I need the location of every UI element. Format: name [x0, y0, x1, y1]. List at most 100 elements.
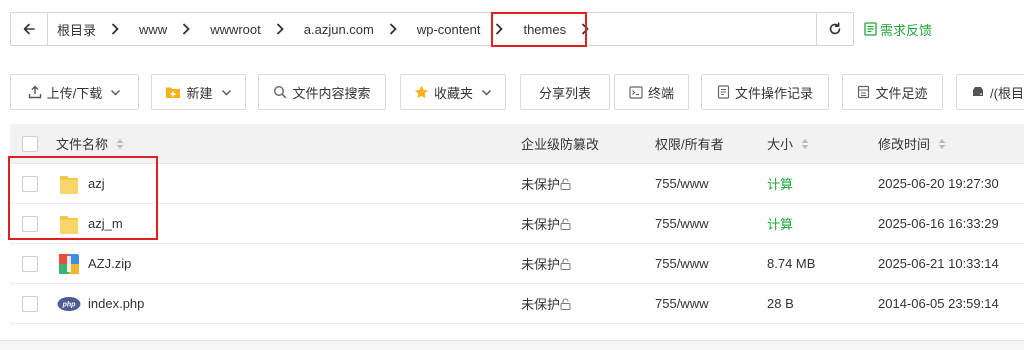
share-list-label: 分享列表 — [538, 85, 591, 101]
protect-label: 未保护 — [521, 217, 561, 232]
column-header-mtime[interactable]: 修改时间 — [878, 124, 946, 163]
file-name[interactable]: index.php — [88, 296, 144, 311]
permission[interactable]: 755/www — [655, 296, 708, 311]
sort-icon — [801, 138, 809, 149]
new-button[interactable]: 新建 — [151, 74, 246, 110]
chevron-right-icon — [581, 23, 589, 35]
permission[interactable]: 755/www — [655, 176, 708, 191]
file-footprint-label: 文件足迹 — [875, 85, 928, 101]
file-size: 8.74 MB — [767, 256, 816, 271]
lock-icon — [560, 258, 571, 270]
protect-label: 未保护 — [521, 177, 561, 192]
breadcrumb-item-themes[interactable]: themes — [513, 13, 599, 45]
breadcrumb: 根目录 www wwwroot a.azjun.com wp-content t… — [47, 13, 599, 45]
breadcrumb-label: wp-content — [416, 21, 481, 37]
protect-status[interactable]: 未保护 — [521, 164, 571, 203]
protect-label: 未保护 — [521, 257, 561, 272]
folder-icon — [60, 175, 78, 194]
disk-icon — [973, 87, 983, 96]
table-row[interactable]: azj 未保护 755/www 计算 2025-06-20 19:27:30 — [10, 164, 1024, 204]
new-folder-icon — [166, 87, 181, 98]
modified-time: 2025-06-16 16:33:29 — [878, 216, 999, 231]
upload-icon — [28, 85, 41, 99]
protect-status[interactable]: 未保护 — [521, 204, 571, 243]
file-name[interactable]: AZJ.zip — [88, 256, 131, 271]
file-name[interactable]: azj_m — [88, 216, 123, 231]
upload-download-label: 上传/下载 — [46, 85, 103, 101]
refresh-button[interactable] — [816, 13, 853, 45]
column-header-name-label: 文件名称 — [56, 137, 109, 152]
modified-time: 2025-06-21 10:33:14 — [878, 256, 999, 271]
arrow-left-icon — [23, 23, 35, 35]
php-file-icon: php — [57, 296, 81, 311]
terminal-button[interactable]: 终端 — [614, 74, 689, 110]
chevron-down-icon — [111, 89, 121, 95]
folder-icon — [60, 215, 78, 234]
calc-size-link[interactable]: 计算 — [767, 174, 793, 193]
lock-icon — [560, 298, 571, 310]
svg-text:php: php — [62, 301, 77, 308]
lock-icon — [560, 178, 571, 190]
breadcrumb-item-wp-content[interactable]: wp-content — [407, 13, 514, 45]
lock-icon — [560, 218, 571, 230]
table-row[interactable]: AZJ.zip 未保护 755/www 8.74 MB 2025-06-21 1… — [10, 244, 1024, 284]
permission[interactable]: 755/www — [655, 256, 708, 271]
file-content-search-label: 文件内容搜索 — [292, 85, 371, 101]
protect-label: 未保护 — [521, 297, 561, 312]
column-header-mtime-label: 修改时间 — [878, 137, 931, 152]
feedback-label: 需求反馈 — [880, 22, 933, 38]
column-header-size[interactable]: 大小 — [767, 124, 809, 163]
chevron-right-icon — [496, 23, 504, 35]
search-icon — [274, 85, 287, 99]
row-checkbox[interactable] — [22, 295, 38, 312]
new-label: 新建 — [186, 85, 213, 101]
refresh-icon — [829, 22, 841, 35]
column-header-perm: 权限/所有者 — [655, 124, 724, 163]
breadcrumb-label: themes — [523, 21, 567, 37]
file-oplog-label: 文件操作记录 — [734, 85, 813, 101]
chevron-right-icon — [276, 23, 284, 35]
feedback-link[interactable]: 需求反馈 — [864, 20, 932, 38]
share-list-button[interactable]: 分享列表 — [520, 74, 610, 110]
select-all-checkbox[interactable] — [22, 135, 38, 152]
row-checkbox[interactable] — [22, 255, 38, 272]
chevron-down-icon — [221, 89, 231, 95]
file-oplog-button[interactable]: 文件操作记录 — [701, 74, 829, 110]
file-name[interactable]: azj — [88, 176, 105, 191]
table-row[interactable]: php index.php 未保护 755/www 28 B 2014-06-0… — [10, 284, 1024, 324]
modified-time: 2025-06-20 19:27:30 — [878, 176, 999, 191]
file-content-search-button[interactable]: 文件内容搜索 — [258, 74, 386, 110]
row-checkbox[interactable] — [22, 215, 38, 232]
file-footprint-button[interactable]: 文件足迹 — [842, 74, 943, 110]
back-button[interactable] — [11, 13, 48, 45]
chevron-right-icon — [389, 23, 397, 35]
calc-size-link[interactable]: 计算 — [767, 214, 793, 233]
modified-time: 2014-06-05 23:59:14 — [878, 296, 999, 311]
breadcrumb-label: 根目录 — [57, 22, 97, 38]
breadcrumb-label: www — [139, 21, 168, 37]
file-size: 28 B — [767, 296, 794, 311]
chevron-down-icon — [482, 89, 491, 95]
breadcrumb-item-wwwroot[interactable]: wwwroot — [200, 13, 294, 45]
feedback-icon — [864, 22, 877, 36]
path-bar: 根目录 www wwwroot a.azjun.com wp-content t… — [10, 12, 854, 46]
terminal-label: 终端 — [647, 85, 674, 101]
footprint-icon — [858, 85, 870, 99]
breadcrumb-item-www[interactable]: www — [129, 13, 200, 45]
column-header-name[interactable]: 文件名称 — [56, 124, 124, 163]
protect-status[interactable]: 未保护 — [521, 244, 571, 283]
row-checkbox[interactable] — [22, 175, 38, 192]
breadcrumb-item-site[interactable]: a.azjun.com — [294, 13, 407, 45]
permission[interactable]: 755/www — [655, 216, 708, 231]
table-row[interactable]: azj_m 未保护 755/www 计算 2025-06-16 16:33:29 — [10, 204, 1024, 244]
root-disk-button[interactable]: /(根目 — [956, 74, 1024, 110]
favorites-button[interactable]: 收藏夹 — [400, 74, 506, 110]
breadcrumb-item-root[interactable]: 根目录 — [47, 13, 129, 45]
upload-download-button[interactable]: 上传/下载 — [10, 74, 139, 110]
column-header-perm-label: 权限/所有者 — [655, 137, 724, 152]
protect-status[interactable]: 未保护 — [521, 284, 571, 323]
sort-icon — [938, 138, 946, 149]
zip-file-icon — [59, 253, 79, 274]
breadcrumb-label: wwwroot — [210, 21, 261, 37]
column-header-size-label: 大小 — [767, 137, 794, 152]
